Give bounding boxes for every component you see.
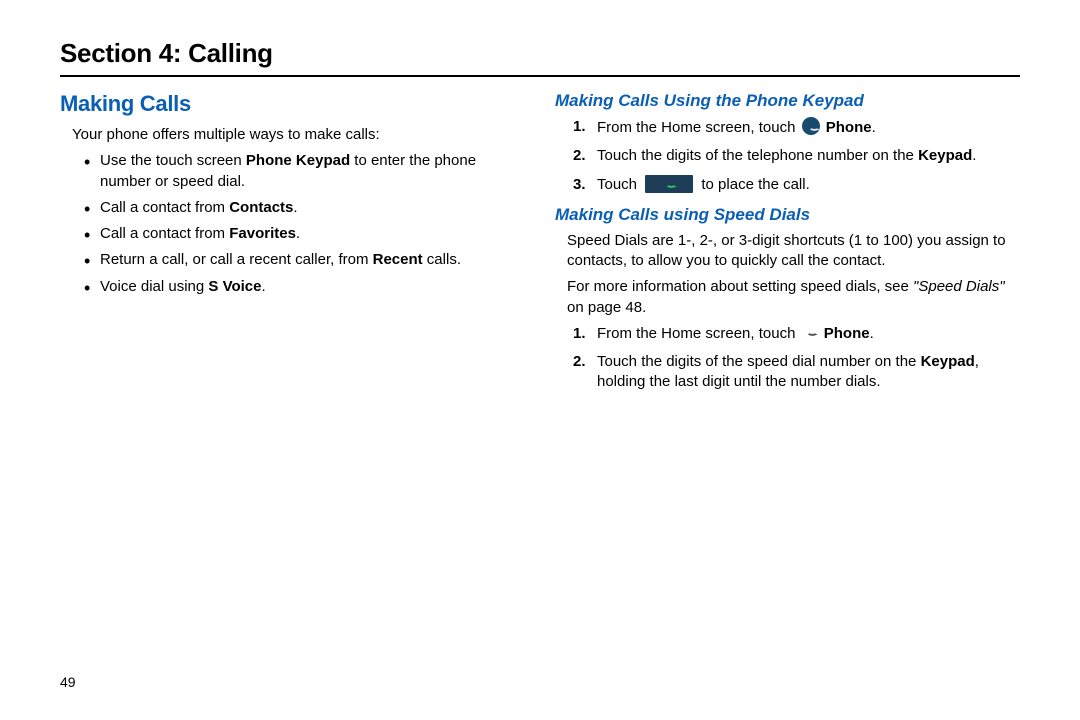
step-number: 2. <box>573 352 586 372</box>
speed-dial-ref: For more information about setting speed… <box>567 277 1020 318</box>
text: Touch the digits of the speed dial numbe… <box>597 353 921 370</box>
manual-page: Section 4: Calling Making Calls Your pho… <box>0 0 1080 401</box>
list-item: Voice dial using S Voice. <box>84 277 525 297</box>
text: . <box>296 225 300 242</box>
text: Touch <box>597 176 641 193</box>
text: . <box>293 199 297 216</box>
section-title: Section 4: Calling <box>60 38 1020 77</box>
list-item: 1. From the Home screen, touch Phone. <box>573 324 1020 344</box>
text: . <box>972 147 976 164</box>
text-bold: Contacts <box>229 199 293 216</box>
text: . <box>870 325 874 342</box>
text: From the Home screen, touch <box>597 325 800 342</box>
text: on page 48. <box>567 299 646 316</box>
list-item: Call a contact from Contacts. <box>84 198 525 218</box>
list-item: Return a call, or call a recent caller, … <box>84 250 525 270</box>
making-calls-heading: Making Calls <box>60 91 525 117</box>
text: For more information about setting speed… <box>567 278 913 295</box>
text: Use the touch screen <box>100 152 246 169</box>
step-number: 2. <box>573 146 586 166</box>
speed-dial-steps: 1. From the Home screen, touch Phone. 2.… <box>573 324 1020 393</box>
text: . <box>262 278 266 295</box>
right-column: Making Calls Using the Phone Keypad 1. F… <box>555 91 1020 401</box>
text-bold: S Voice <box>208 278 261 295</box>
phone-app-icon <box>802 117 820 135</box>
text-bold: Phone <box>824 325 870 342</box>
step-number: 1. <box>573 117 586 137</box>
text-italic: "Speed Dials" <box>913 278 1005 295</box>
text: calls. <box>423 251 461 268</box>
phone-icon <box>802 324 818 340</box>
text: Return a call, or call a recent caller, … <box>100 251 373 268</box>
call-button-icon <box>645 175 693 193</box>
text: Call a contact from <box>100 199 229 216</box>
ways-list: Use the touch screen Phone Keypad to ent… <box>84 151 525 297</box>
text: Call a contact from <box>100 225 229 242</box>
text-bold: Recent <box>373 251 423 268</box>
left-column: Making Calls Your phone offers multiple … <box>60 91 525 401</box>
list-item: 1. From the Home screen, touch Phone. <box>573 117 1020 138</box>
text-bold: Favorites <box>229 225 296 242</box>
text: . <box>872 119 876 136</box>
text: to place the call. <box>697 176 810 193</box>
list-item: Call a contact from Favorites. <box>84 224 525 244</box>
step-number: 1. <box>573 324 586 344</box>
list-item: 3. Touch to place the call. <box>573 175 1020 195</box>
page-number: 49 <box>60 674 76 690</box>
text: From the Home screen, touch <box>597 119 800 136</box>
intro-text: Your phone offers multiple ways to make … <box>72 125 525 145</box>
list-item: Use the touch screen Phone Keypad to ent… <box>84 151 525 192</box>
speed-dial-desc: Speed Dials are 1-, 2-, or 3-digit short… <box>567 231 1020 272</box>
speed-dial-heading: Making Calls using Speed Dials <box>555 205 1020 225</box>
text: Voice dial using <box>100 278 208 295</box>
text-bold: Keypad <box>921 353 975 370</box>
step-number: 3. <box>573 175 586 195</box>
text-bold: Phone Keypad <box>246 152 350 169</box>
text: Touch the digits of the telephone number… <box>597 147 918 164</box>
list-item: 2. Touch the digits of the speed dial nu… <box>573 352 1020 393</box>
content-columns: Making Calls Your phone offers multiple … <box>60 91 1020 401</box>
text-bold: Keypad <box>918 147 972 164</box>
keypad-steps: 1. From the Home screen, touch Phone. 2.… <box>573 117 1020 195</box>
keypad-heading: Making Calls Using the Phone Keypad <box>555 91 1020 111</box>
text-bold: Phone <box>826 119 872 136</box>
list-item: 2. Touch the digits of the telephone num… <box>573 146 1020 166</box>
